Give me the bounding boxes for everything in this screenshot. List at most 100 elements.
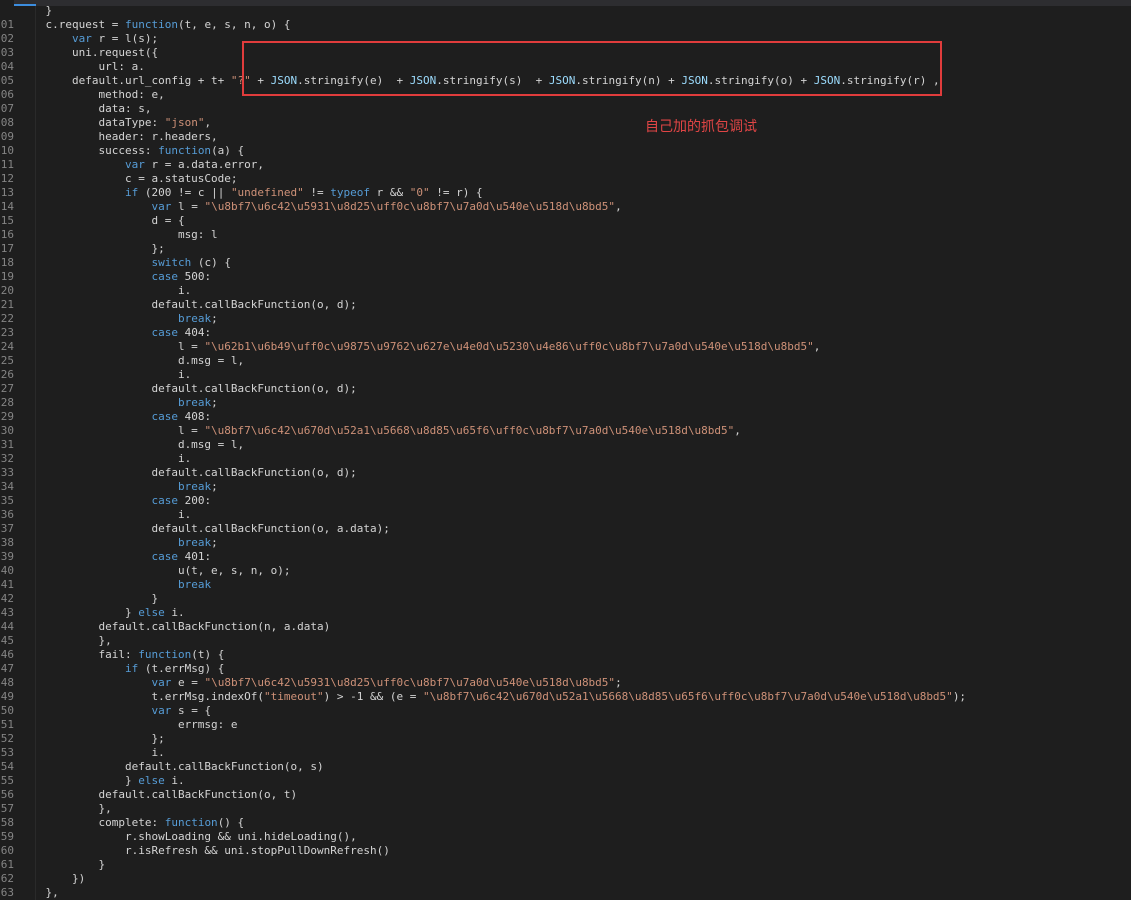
line-number: 28 [0,396,14,409]
code-line[interactable]: 20 i. [0,284,191,298]
code-token: } [19,606,139,619]
code-line[interactable]: 17 }; [0,242,165,256]
code-token: i. [19,368,192,381]
code-line[interactable]: 01 c.request = function(t, e, s, n, o) { [0,18,291,32]
code-token: break [177,578,212,591]
code-line[interactable]: 26 i. [0,368,191,382]
code-token: , [813,340,821,353]
code-line[interactable]: 32 i. [0,452,191,466]
code-line[interactable]: 53 i. [0,746,165,760]
code-line[interactable]: 42 } [0,592,158,606]
code-line[interactable]: 07 data: s, [0,102,152,116]
code-line[interactable]: 28 break; [0,396,218,410]
code-line[interactable]: 35 case 200: [0,494,211,508]
code-line[interactable]: 34 break; [0,480,218,494]
code-text: }, [19,802,111,816]
code-line[interactable]: 63 }, [0,886,59,900]
code-line[interactable]: 37 default.callBackFunction(o, a.data); [0,522,390,536]
code-line[interactable]: 06 method: e, [0,88,165,102]
code-line[interactable]: 09 header: r.headers, [0,130,218,144]
code-line[interactable]: 52 }; [0,732,165,746]
code-line[interactable]: 24 l = "\u62b1\u6b49\uff0c\u9875\u9762\u… [0,340,821,354]
code-text: complete: function() { [19,816,244,830]
code-line[interactable]: 55 } else i. [0,774,185,788]
code-line[interactable]: 19 case 500: [0,270,211,284]
code-line[interactable]: 48 var e = "\u8bf7\u6c42\u5931\u8d25\uff… [0,676,622,690]
code-line[interactable]: 51 errmsg: e [0,718,238,732]
code-line[interactable]: 50 var s = { [0,704,211,718]
code-line[interactable]: 16 msg: l [0,228,218,242]
code-line[interactable]: 36 i. [0,508,191,522]
code-text: i. [19,508,191,522]
code-line[interactable]: 54 default.callBackFunction(o, s) [0,760,324,774]
code-token: "timeout" [264,690,324,703]
code-line[interactable]: 14 var l = "\u8bf7\u6c42\u5931\u8d25\uff… [0,200,622,214]
code-line[interactable]: 44 default.callBackFunction(n, a.data) [0,620,331,634]
code-text: i. [19,452,191,466]
code-line[interactable]: 39 case 401: [0,550,211,564]
code-line[interactable]: 40 u(t, e, s, n, o); [0,564,291,578]
code-text: data: s, [19,102,151,116]
code-text: header: r.headers, [19,130,217,144]
code-line[interactable]: 61 } [0,858,105,872]
code-line[interactable]: 23 case 404: [0,326,211,340]
code-token: (a) { [211,144,245,157]
code-text: d.msg = l, [19,354,244,368]
code-token: break [177,480,212,493]
code-line[interactable]: 57 }, [0,802,112,816]
code-line[interactable]: 25 d.msg = l, [0,354,244,368]
code-editor[interactable]: } 01 c.request = function(t, e, s, n, o) … [0,0,1131,900]
code-text: c = a.statusCode; [19,172,238,186]
code-line[interactable]: 15 d = { [0,214,185,228]
code-line[interactable]: 38 break; [0,536,218,550]
code-line[interactable]: 60 r.isRefresh && uni.stopPullDownRefres… [0,844,390,858]
code-token: if [124,186,139,199]
code-line[interactable]: 27 default.callBackFunction(o, d); [0,382,357,396]
code-line[interactable]: 04 url: a. [0,60,145,74]
code-line[interactable]: 22 break; [0,312,218,326]
code-line[interactable]: 31 d.msg = l, [0,438,244,452]
code-line[interactable]: 12 c = a.statusCode; [0,172,238,186]
code-line[interactable]: 11 var r = a.data.error, [0,158,264,172]
code-token: case [151,270,178,283]
code-line[interactable]: 47 if (t.errMsg) { [0,662,225,676]
code-text: r.isRefresh && uni.stopPullDownRefresh() [19,844,390,858]
code-token: i. [164,774,185,787]
code-line[interactable]: 08 dataType: "json", [0,116,211,130]
code-token: case [151,326,178,339]
code-line[interactable]: 05 default.url_config + t+ "?" + JSON.st… [0,74,940,88]
code-text: d = { [19,214,184,228]
code-token: break [177,536,212,549]
line-number: 01 [0,18,14,31]
code-line[interactable]: 18 switch (c) { [0,256,231,270]
code-line[interactable]: 33 default.callBackFunction(o, d); [0,466,357,480]
code-line[interactable]: 03 uni.request({ [0,46,158,60]
code-line[interactable]: 02 var r = l(s); [0,32,158,46]
code-token: function [164,816,218,829]
code-line[interactable]: 58 complete: function() { [0,816,244,830]
code-line[interactable]: 13 if (200 != c || "undefined" != typeof… [0,186,483,200]
code-text: break; [19,480,218,494]
code-line[interactable]: 21 default.callBackFunction(o, d); [0,298,357,312]
line-number: 08 [0,116,14,129]
code-line[interactable]: 10 success: function(a) { [0,144,244,158]
code-token: } [19,774,139,787]
code-line[interactable]: 41 break [0,578,211,592]
code-line[interactable]: 59 r.showLoading && uni.hideLoading(), [0,830,357,844]
code-line[interactable]: 56 default.callBackFunction(o, t) [0,788,297,802]
code-line[interactable]: } [0,4,52,18]
code-line[interactable]: 46 fail: function(t) { [0,648,225,662]
code-line[interactable]: 62 }) [0,872,85,886]
code-line[interactable]: 43 } else i. [0,606,185,620]
line-number: 07 [0,102,14,115]
code-line[interactable]: 45 }, [0,634,112,648]
code-line[interactable]: 29 case 408: [0,410,211,424]
code-line[interactable]: 30 l = "\u8bf7\u6c42\u670d\u52a1\u5668\u… [0,424,741,438]
line-number: 63 [0,886,14,899]
code-token: default.callBackFunction(o, t) [19,788,298,801]
code-line[interactable]: 49 t.errMsg.indexOf("timeout") > -1 && (… [0,690,966,704]
